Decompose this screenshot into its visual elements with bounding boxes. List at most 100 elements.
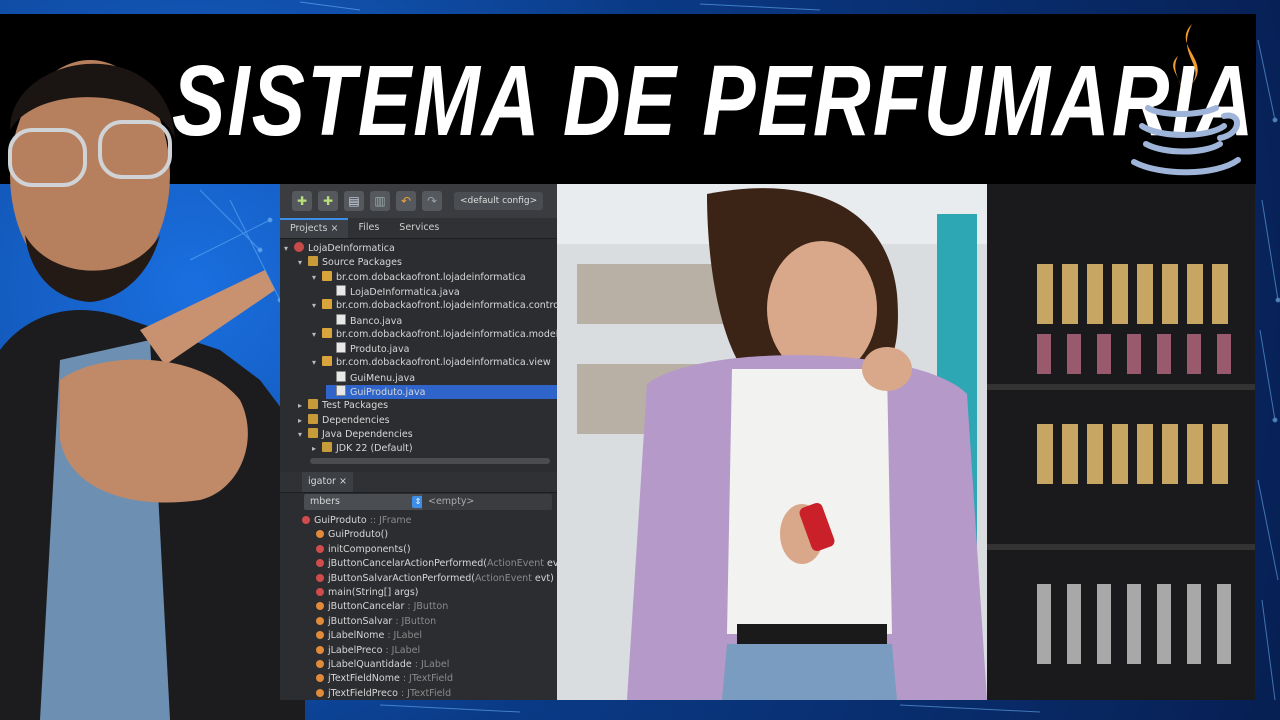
tree-item[interactable]: LojaDeInformatica.java (326, 284, 557, 299)
member-name: main(String[] args) (328, 587, 419, 598)
chevron-down-icon[interactable]: ▾ (312, 356, 322, 370)
java-file-icon (336, 284, 346, 296)
field-icon (316, 602, 324, 611)
undo-icon[interactable]: ↶ (396, 191, 416, 211)
navigator-item[interactable]: initComponents() (316, 543, 411, 557)
chevron-down-icon[interactable]: ▾ (284, 242, 294, 256)
folder-icon (308, 399, 318, 410)
tree-scrollbar[interactable] (310, 458, 550, 464)
filter-dropdown-value: <empty> (428, 496, 475, 507)
member-type: : JLabel (411, 659, 450, 670)
filter-dropdown[interactable]: <empty> (422, 494, 552, 510)
navigator-header: igator × (280, 472, 557, 493)
member-name: jButtonSalvar (328, 615, 393, 627)
tree-item-label: JDK 22 (Default) (336, 443, 413, 455)
chevron-down-icon[interactable]: ▾ (312, 299, 322, 313)
page-title: SISTEMA DE PERFUMARIA (172, 44, 1256, 156)
tree-item[interactable]: ▸ Test Packages (298, 399, 557, 413)
ide-panel: ✚ ✚ ▤ ▥ ↶ ↷ <default config> Projects × … (280, 184, 557, 700)
member-type: : JButton (392, 615, 437, 627)
chevron-right-icon[interactable]: ▸ (298, 414, 308, 428)
tree-item-label: Java Dependencies (322, 428, 413, 440)
static-method-icon (316, 588, 324, 596)
chevron-right-icon[interactable]: ▸ (312, 442, 322, 456)
tab-navigator[interactable]: igator × (302, 472, 353, 492)
tree-item-label: br.com.dobackaofront.lojadeinformatica.c… (336, 300, 557, 312)
chevron-down-icon[interactable]: ▾ (312, 328, 322, 342)
tree-item[interactable]: ▾ br.com.dobackaofront.lojadeinformatica.… (312, 356, 557, 370)
ide-toolbar: ✚ ✚ ▤ ▥ ↶ ↷ <default config> (280, 184, 557, 218)
tree-item[interactable]: Banco.java (326, 313, 557, 328)
navigator-item[interactable]: GuiProduto() (316, 528, 388, 542)
tab-services[interactable]: Services (389, 218, 449, 238)
tree-item-label: LojaDeInformatica (308, 243, 395, 254)
close-project-icon[interactable]: ▥ (370, 191, 390, 211)
member-name: GuiProduto (314, 515, 367, 526)
navigator-item[interactable]: jLabelQuantidade : JLabel (316, 658, 449, 672)
tree-item[interactable]: ▾ LojaDeInformatica (284, 242, 557, 256)
navigator-item[interactable]: jLabelNome : JLabel (316, 629, 422, 643)
tree-item[interactable]: GuiMenu.java (326, 370, 557, 385)
open-project-icon[interactable]: ▤ (344, 191, 364, 211)
chevron-down-icon[interactable]: ▾ (298, 256, 308, 270)
java-file-icon (336, 370, 346, 382)
chevron-down-icon[interactable]: ▾ (312, 271, 322, 285)
tree-item[interactable]: ▾ Source Packages (298, 256, 557, 270)
navigator-item[interactable]: jTextFieldNome : JTextField (316, 672, 453, 686)
java-file-icon (336, 342, 346, 354)
navigator-item[interactable]: jButtonCancelar : JButton (316, 600, 448, 614)
member-name: jTextFieldNome (328, 673, 400, 685)
field-icon (316, 688, 324, 697)
package-icon (322, 299, 332, 310)
field-icon (316, 645, 324, 654)
java-logo-icon (1131, 24, 1241, 176)
members-dropdown[interactable]: mbers ⇕ (304, 494, 426, 510)
member-type: : JTextField (397, 687, 452, 699)
member-params: evt) (546, 558, 557, 570)
navigator-item[interactable]: jLabelPreco : JLabel (316, 644, 420, 658)
member-name: jButtonSalvarActionPerformed( (328, 572, 475, 584)
tree-item-label: GuiMenu.java (350, 372, 416, 384)
member-name: jLabelPreco (328, 644, 383, 656)
tab-files[interactable]: Files (348, 218, 389, 238)
field-icon (316, 660, 324, 668)
package-icon (322, 270, 332, 281)
tree-item[interactable]: ▸ JDK 22 (Default) (312, 442, 557, 456)
member-name: initComponents() (328, 543, 411, 555)
navigator-item[interactable]: main(String[] args) (316, 586, 418, 600)
tree-item-label: Dependencies (322, 414, 390, 426)
java-file-icon (336, 313, 346, 325)
navigator-item[interactable]: jButtonSalvarActionPerformed(ActionEvent… (316, 572, 554, 586)
member-name: jButtonCancelar (328, 601, 405, 613)
tab-projects[interactable]: Projects × (280, 218, 349, 238)
tree-item-label: Banco.java (350, 315, 403, 327)
tree-item[interactable]: ▾ br.com.dobackaofront.lojadeinformatica.… (312, 299, 557, 313)
private-method-icon (316, 559, 324, 568)
tree-item-label: br.com.dobackaofront.lojadeinformatica.m… (336, 328, 557, 340)
tree-item[interactable]: ▾ br.com.dobackaofront.lojadeinformatica (312, 270, 557, 285)
tree-item[interactable]: ▸ Dependencies (298, 413, 557, 428)
member-name: jButtonCancelarActionPerformed( (328, 558, 487, 570)
new-project-icon[interactable]: ✚ (318, 191, 338, 211)
chevron-down-icon[interactable]: ▾ (298, 428, 308, 442)
tree-item[interactable]: GuiProduto.java (326, 385, 557, 399)
member-params: evt) (531, 572, 554, 584)
tree-item-label: Source Packages (322, 257, 402, 269)
config-dropdown[interactable]: <default config> (454, 192, 544, 210)
field-icon (316, 674, 324, 683)
folder-icon (322, 442, 332, 453)
navigator-item[interactable]: jButtonSalvar : JButton (316, 615, 436, 629)
member-name: jLabelQuantidade (328, 659, 412, 670)
navigator-item[interactable]: jButtonCancelarActionPerformed(ActionEve… (316, 557, 557, 571)
navigator-item[interactable]: jTextFieldPreco : JTextField (316, 687, 451, 700)
tree-item[interactable]: ▾ Java Dependencies (298, 427, 557, 442)
member-type: :: JFrame (366, 515, 412, 526)
tree-item-label: Produto.java (350, 344, 410, 356)
navigator-item[interactable]: GuiProduto :: JFrame (302, 514, 412, 528)
tree-item[interactable]: Produto.java (326, 342, 557, 356)
new-file-icon[interactable]: ✚ (292, 191, 312, 211)
ide-tabs: Projects × Files Services (280, 218, 557, 239)
redo-icon[interactable]: ↷ (422, 191, 442, 211)
tree-item[interactable]: ▾ br.com.dobackaofront.lojadeinformatica.… (312, 327, 557, 342)
chevron-right-icon[interactable]: ▸ (298, 399, 308, 413)
